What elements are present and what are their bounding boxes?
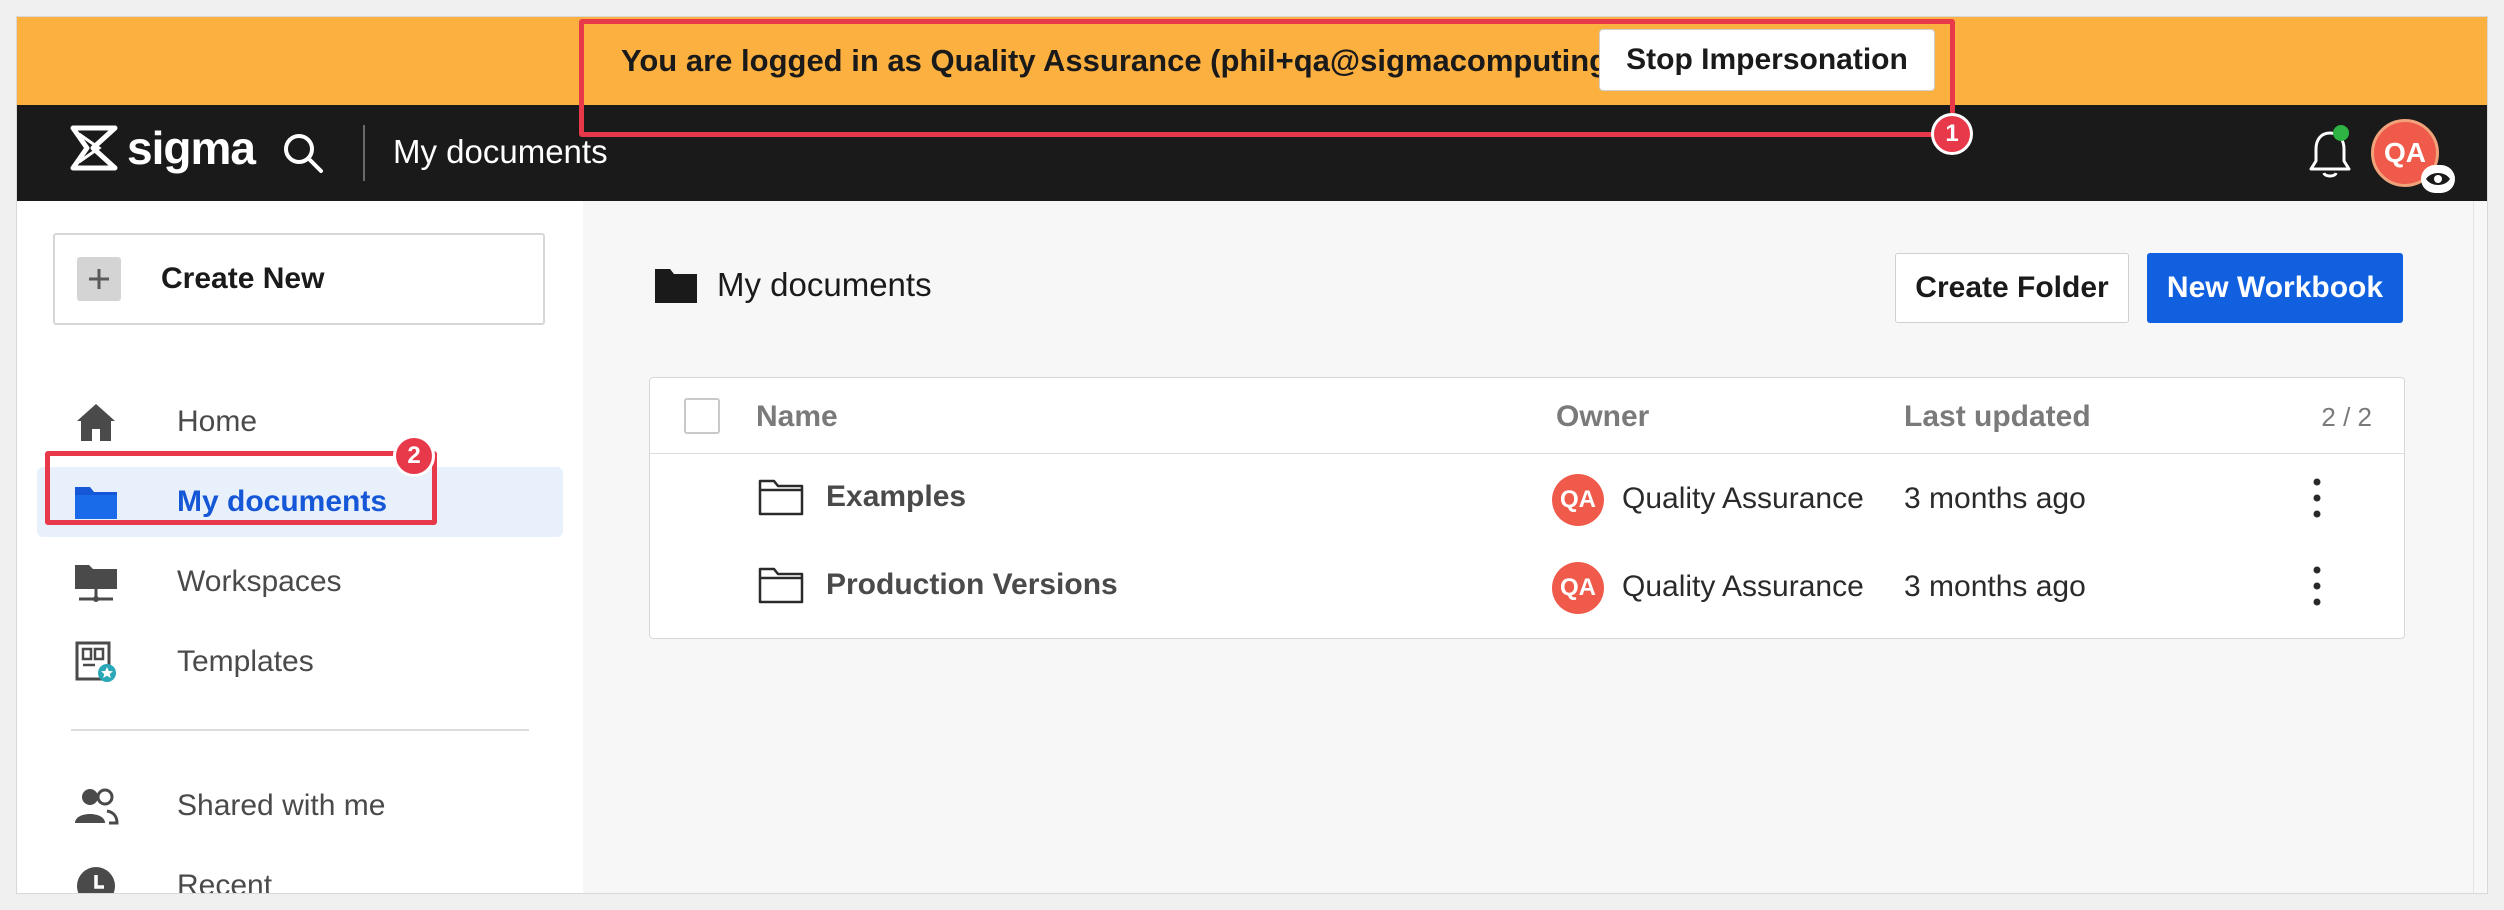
clock-icon [77, 867, 115, 893]
templates-icon [75, 641, 116, 682]
last-updated: 3 months ago [1904, 482, 2086, 515]
sidebar-item-templates[interactable]: Templates [37, 627, 563, 697]
column-header-last-updated[interactable]: Last updated [1904, 400, 2091, 434]
sidebar-item-label: Workspaces [177, 565, 342, 598]
nav-breadcrumb-title: My documents [393, 133, 608, 170]
workspaces-icon [75, 565, 117, 602]
more-options-icon[interactable] [2302, 474, 2332, 522]
main-content: My documents Create Folder New Workbook … [583, 201, 2473, 893]
last-updated: 3 months ago [1904, 570, 2086, 603]
callout-badge-1: 1 [1931, 113, 1973, 155]
folder-icon [758, 567, 804, 604]
logo-text: sigma [127, 122, 256, 174]
sidebar-item-home[interactable]: Home [37, 387, 563, 457]
plus-icon [77, 257, 121, 301]
home-icon [77, 404, 115, 441]
sidebar-item-label: Home [177, 405, 258, 438]
sidebar-item-label: Recent [177, 869, 273, 894]
owner-avatar: QA [1552, 474, 1604, 526]
document-name[interactable]: Production Versions [826, 568, 1118, 602]
sigma-logo-icon [70, 125, 118, 171]
main-scrollbar[interactable] [2473, 201, 2487, 893]
notification-dot [2333, 125, 2349, 141]
owner-name: Quality Assurance [1622, 482, 1864, 515]
document-name[interactable]: Examples [826, 480, 966, 514]
owner-name: Quality Assurance [1622, 570, 1864, 603]
folder-icon [655, 269, 697, 303]
new-workbook-button[interactable]: New Workbook [2147, 253, 2403, 323]
sidebar-item-label: Templates [177, 645, 314, 678]
sidebar-item-label: Shared with me [177, 789, 386, 822]
owner-avatar: QA [1552, 562, 1604, 614]
sigma-logo[interactable]: sigma [69, 121, 256, 175]
column-header-owner[interactable]: Owner [1556, 400, 1649, 434]
table-row[interactable]: Examples QA Quality Assurance 3 months a… [650, 454, 2404, 542]
select-all-checkbox[interactable] [684, 398, 720, 434]
impersonation-eye-icon [2421, 165, 2455, 193]
table-header: Name Owner Last updated 2 / 2 [650, 378, 2404, 454]
sidebar-item-recent[interactable]: Recent [37, 851, 563, 894]
item-count: 2 / 2 [2321, 402, 2372, 432]
column-header-name[interactable]: Name [756, 400, 838, 434]
callout-highlight-banner [579, 19, 1955, 137]
sidebar-divider [71, 729, 529, 731]
sidebar-item-workspaces[interactable]: Workspaces [37, 547, 563, 617]
sidebar-item-shared-with-me[interactable]: Shared with me [37, 771, 563, 841]
create-folder-button[interactable]: Create Folder [1895, 253, 2129, 323]
callout-badge-2: 2 [393, 435, 435, 477]
page-title: My documents [717, 266, 932, 303]
folder-icon [758, 479, 804, 516]
sidebar: Create New Home My documents Workspaces [17, 201, 583, 894]
app-window: You are logged in as Quality Assurance (… [16, 16, 2488, 894]
documents-table: Name Owner Last updated 2 / 2 Examples Q… [649, 377, 2405, 639]
create-new-button[interactable]: Create New [53, 233, 545, 325]
search-icon[interactable] [279, 129, 327, 177]
more-options-icon[interactable] [2302, 562, 2332, 610]
nav-divider [363, 125, 365, 181]
callout-highlight-my-documents [45, 451, 437, 525]
table-row[interactable]: Production Versions QA Quality Assurance… [650, 542, 2404, 630]
create-new-label: Create New [161, 262, 325, 295]
shared-users-icon [75, 788, 119, 825]
page-heading: My documents [653, 265, 932, 305]
